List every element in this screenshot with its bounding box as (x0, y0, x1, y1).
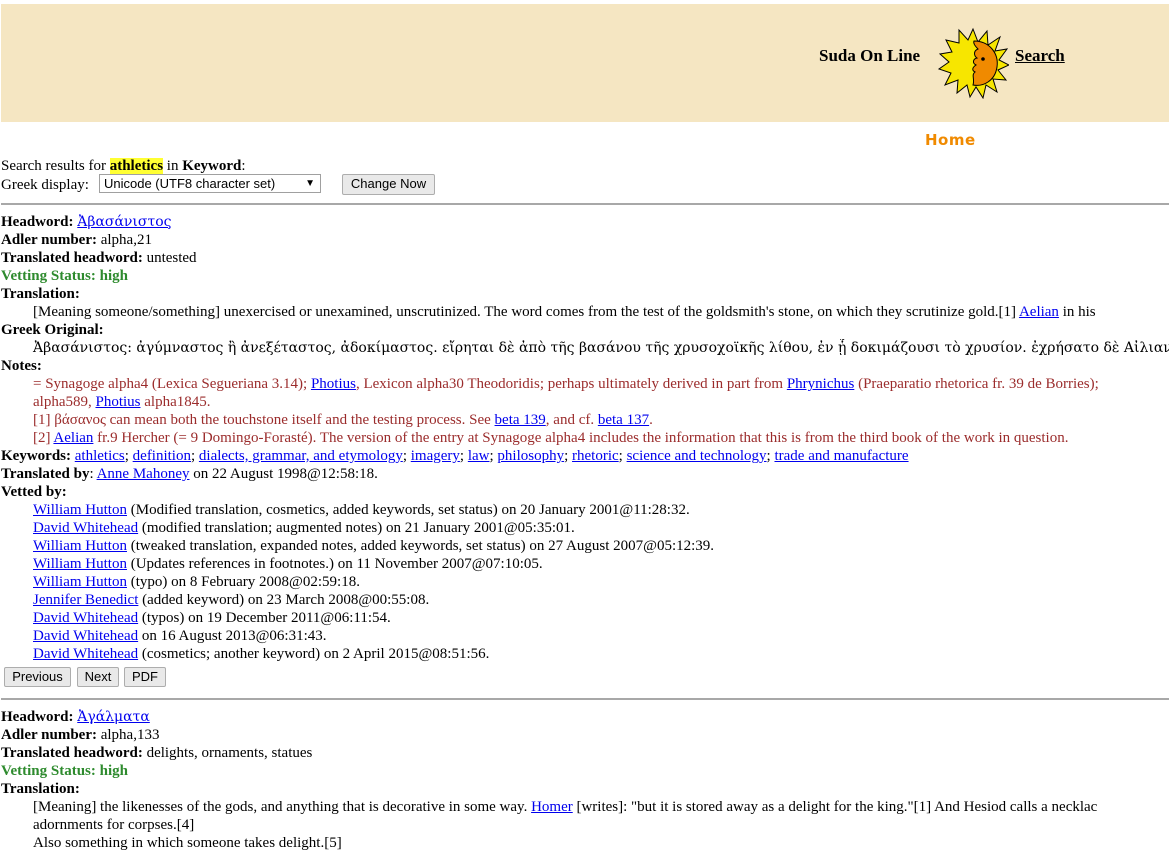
vetted-entry: David Whitehead (cosmetics; another keyw… (33, 646, 490, 662)
site-name: Suda On Line (819, 46, 921, 65)
home-link[interactable]: Home (925, 131, 976, 149)
translated-by: Translated by: Anne Mahoney on 22 August… (1, 466, 378, 482)
keyword-link[interactable]: athletics (75, 448, 125, 464)
entry-2: Headword: Ἀγάλματα Adler number: alpha,1… (1, 708, 1169, 852)
aelian-link[interactable]: Aelian (1019, 304, 1059, 320)
vetted-entry: David Whitehead (typos) on 19 December 2… (33, 610, 391, 626)
translated-headword: untested (142, 250, 197, 266)
divider (1, 698, 1169, 700)
vetting-status: Vetting Status: high (1, 268, 128, 284)
vetted-entry: William Hutton (Updates references in fo… (33, 556, 543, 572)
search-field: Keyword (182, 158, 242, 174)
vetted-entry: William Hutton (tweaked translation, exp… (33, 538, 715, 554)
search-link[interactable]: Search (1015, 47, 1065, 65)
greek-display-label: Greek display: (1, 177, 89, 193)
change-now-button[interactable]: Change Now (342, 174, 435, 195)
homer-link[interactable]: Homer (531, 799, 573, 815)
translation-text: [Meaning someone/something] unexercised … (33, 304, 1096, 320)
previous-button[interactable]: Previous (4, 667, 71, 687)
adler-number: alpha,133 (96, 727, 160, 743)
photius-link[interactable]: Photius (95, 394, 140, 410)
keyword-link[interactable]: philosophy (497, 448, 564, 464)
keyword-link[interactable]: science and technology (627, 448, 767, 464)
sun-logo-icon[interactable] (937, 27, 1009, 99)
photius-link[interactable]: Photius (311, 376, 356, 392)
vetted-entry: David Whitehead (modified translation; a… (33, 520, 575, 536)
phrynichus-link[interactable]: Phrynichus (787, 376, 855, 392)
keyword-link[interactable]: dialects, grammar, and etymology (199, 448, 403, 464)
entry-1: Headword: Ἀβασάνιστος Adler number: alph… (1, 214, 1169, 662)
translated-headword: delights, ornaments, statues (142, 745, 313, 761)
keyword-link[interactable]: trade and manufacture (774, 448, 908, 464)
vetted-entry: William Hutton (Modified translation, co… (33, 502, 690, 518)
vetted-entry: Jennifer Benedict (added keyword) on 23 … (33, 592, 430, 608)
translation-text: [Meaning] the likenesses of the gods, an… (33, 799, 1098, 815)
translator-link[interactable]: Anne Mahoney (97, 466, 190, 482)
headword-link[interactable]: Ἀβασάνιστος (77, 214, 171, 230)
vetting-status: Vetting Status: high (1, 763, 128, 779)
keyword-link[interactable]: definition (133, 448, 191, 464)
beta-139-link[interactable]: beta 139 (495, 412, 546, 428)
note-line: [2] Aelian fr.9 Hercher (= 9 Domingo-For… (33, 430, 1069, 446)
aelian-link[interactable]: Aelian (53, 430, 93, 446)
headword-link[interactable]: Ἀγάλματα (77, 709, 150, 725)
next-button[interactable]: Next (77, 667, 119, 687)
vetted-entry: William Hutton (typo) on 8 February 2008… (33, 574, 360, 590)
keyword-link[interactable]: rhetoric (572, 448, 619, 464)
keywords-line: Keywords: athletics; definition; dialect… (1, 448, 909, 464)
greek-original: Ἀβασάνιστος: ἀγύμναστος ἢ ἀνεξέταστος, ἀ… (33, 340, 1169, 356)
greek-display-select[interactable]: Unicode (UTF8 character set) ▼ (99, 174, 321, 193)
translation-text: Also something in which someone takes de… (33, 835, 342, 851)
dropdown-arrow-icon: ▼ (305, 178, 315, 189)
search-summary: Search results for athletics in Keyword: (1, 158, 246, 174)
divider (1, 203, 1169, 205)
adler-number: alpha,21 (96, 232, 152, 248)
keyword-link[interactable]: law (468, 448, 490, 464)
note-line: alpha589, Photius alpha1845. (33, 394, 211, 410)
beta-137-link[interactable]: beta 137 (598, 412, 649, 428)
note-line: [1] βάσανος can mean both the touchstone… (33, 412, 653, 428)
vetted-entry: David Whitehead on 16 August 2013@06:31:… (33, 628, 327, 644)
note-line: = Synagoge alpha4 (Lexica Segueriana 3.1… (33, 376, 1099, 392)
translation-text: adornments for corpses.[4] (33, 817, 195, 833)
search-term: athletics (109, 158, 164, 174)
keyword-link[interactable]: imagery (411, 448, 460, 464)
pdf-button[interactable]: PDF (124, 667, 166, 687)
